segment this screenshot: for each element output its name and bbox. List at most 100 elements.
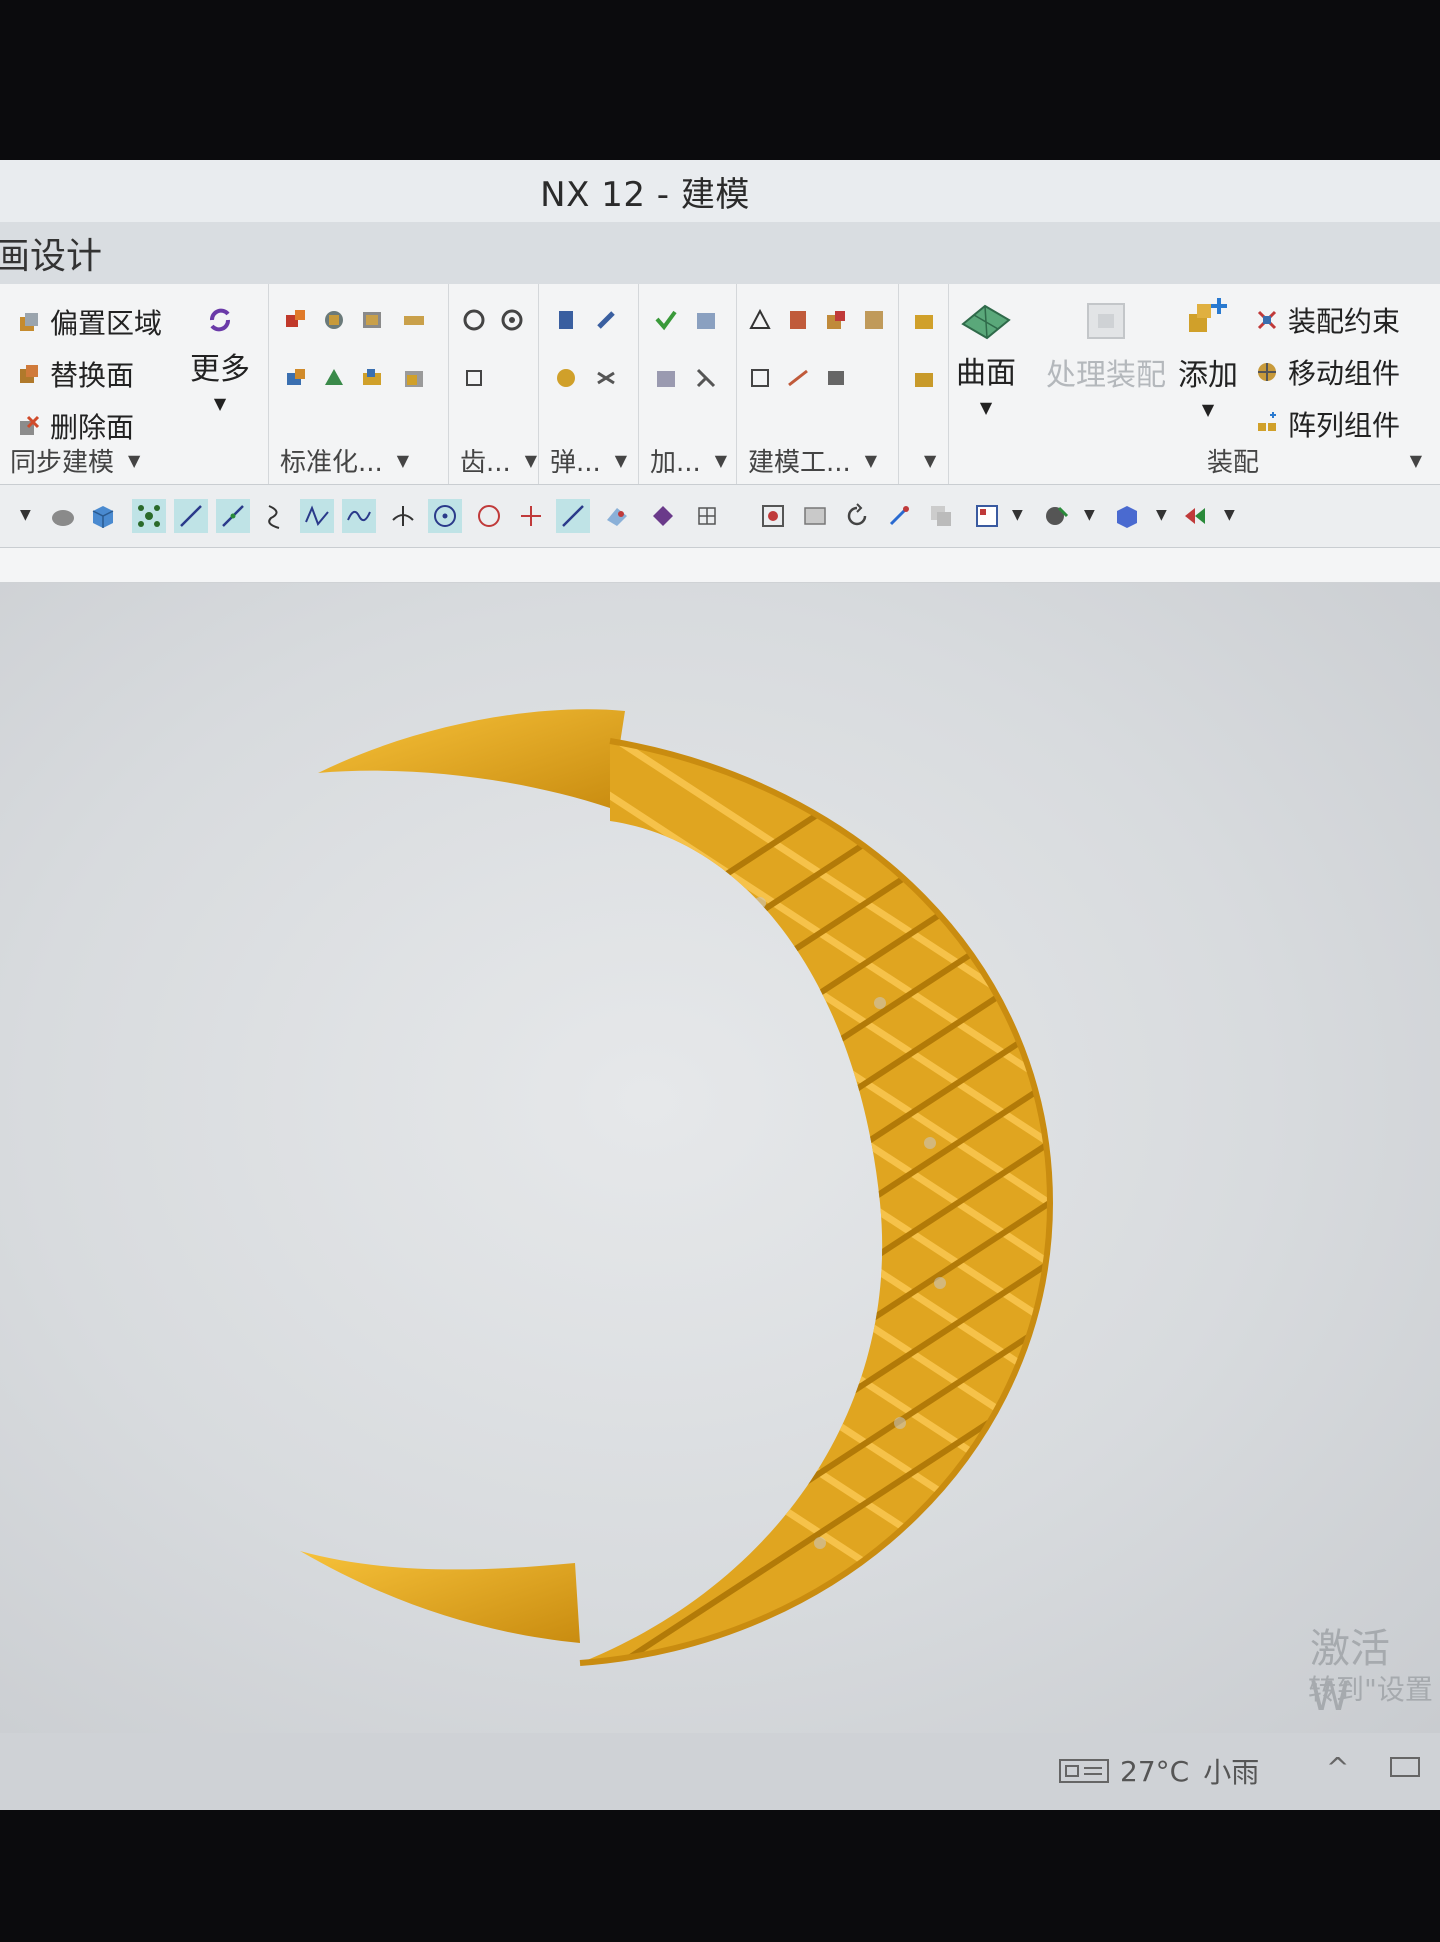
replace-face-button[interactable]: 替换面 — [16, 354, 134, 394]
group-label-feature: ▼ — [900, 436, 948, 484]
weather-widget[interactable]: 27°C 小雨 — [1058, 1751, 1259, 1791]
chevron-down-icon[interactable]: ▼ — [397, 451, 409, 470]
spring-icon[interactable] — [552, 364, 580, 392]
layout-icon[interactable] — [970, 499, 1004, 533]
chevron-down-icon[interactable]: ▼ — [865, 451, 877, 470]
chevron-down-icon[interactable]: ▼ — [214, 394, 226, 413]
chevron-down-icon[interactable]: ▼ — [715, 451, 727, 470]
surface-button[interactable]: 曲面 ▼ — [956, 298, 1016, 417]
feature-icon[interactable] — [910, 306, 938, 334]
snap-icon[interactable] — [132, 499, 166, 533]
chevron-down-icon[interactable]: ▼ — [1224, 507, 1235, 523]
chevron-down-icon[interactable]: ▼ — [615, 451, 627, 470]
tool-icon[interactable] — [746, 364, 774, 392]
gear-icon[interactable] — [460, 306, 488, 334]
group-label-add: 加... ▼ — [650, 447, 728, 478]
battery-icon[interactable] — [1390, 1757, 1420, 1777]
spring-icon[interactable] — [592, 364, 620, 392]
group-feature: ▼ — [900, 284, 949, 484]
pattern-component-icon — [1258, 412, 1276, 431]
frame-icon[interactable] — [798, 499, 832, 533]
tool-icon[interactable] — [282, 364, 310, 392]
tool-icon[interactable] — [652, 364, 680, 392]
chevron-down-icon[interactable]: ▼ — [980, 398, 992, 417]
grid-icon[interactable] — [690, 499, 724, 533]
group-assembly: 处理装配 添加 ▼ 装配约束 移动组件 阵列组件 装配 ▼ — [1026, 284, 1440, 484]
tool-icon[interactable] — [822, 364, 850, 392]
tab-active[interactable]: 画设计 — [0, 227, 102, 279]
gear-icon[interactable] — [460, 364, 488, 392]
polyline-icon[interactable] — [300, 499, 334, 533]
assembly-constraint-button[interactable]: 装配约束 — [1254, 300, 1400, 340]
curve-icon[interactable] — [258, 499, 292, 533]
shaded-cube-icon[interactable] — [1110, 499, 1144, 533]
line-point-icon[interactable] — [556, 499, 590, 533]
tool-icon[interactable] — [400, 364, 428, 392]
bottom-horn — [300, 1551, 580, 1643]
chevron-down-icon[interactable]: ▼ — [1012, 507, 1023, 523]
chevron-down-icon[interactable]: ▼ — [1202, 400, 1214, 419]
graphics-viewport[interactable]: 激活 W 转到"设置 — [0, 583, 1440, 1733]
tool-icon[interactable] — [692, 306, 720, 334]
chevron-down-icon[interactable]: ▼ — [20, 507, 31, 523]
offset-region-button[interactable]: 偏置区域 — [16, 302, 162, 342]
tool-icon[interactable] — [358, 364, 386, 392]
tool-icon[interactable] — [282, 306, 310, 334]
tool-icon[interactable] — [320, 364, 348, 392]
face-icon[interactable] — [646, 499, 680, 533]
chevron-down-icon[interactable]: ▼ — [1410, 451, 1422, 470]
more-button[interactable]: 更多 ▼ — [190, 302, 250, 413]
replace-face-icon — [20, 365, 38, 383]
solid-icon[interactable] — [46, 499, 80, 533]
chevron-down-icon[interactable]: ▼ — [1156, 507, 1167, 523]
render-style-icon[interactable] — [1040, 499, 1074, 533]
chevron-down-icon[interactable]: ▼ — [924, 451, 936, 470]
spring-icon[interactable] — [552, 306, 580, 334]
plus-icon[interactable] — [514, 499, 548, 533]
group-label-spring: 弹... ▼ — [550, 447, 628, 478]
group-sync-modeling: 偏置区域 替换面 删除面 更多 ▼ 同步建模 ▼ — [0, 284, 269, 484]
group-standardization: 标准化... ▼ — [270, 284, 449, 484]
tool-icon[interactable] — [358, 306, 386, 334]
spline-icon[interactable] — [342, 499, 376, 533]
line-mid-icon[interactable] — [216, 499, 250, 533]
copy-icon[interactable] — [924, 499, 958, 533]
check-icon[interactable] — [652, 306, 680, 334]
cube-icon[interactable] — [86, 499, 120, 533]
chevron-down-icon[interactable]: ▼ — [128, 451, 140, 470]
triangle-icon[interactable] — [746, 306, 774, 334]
refresh-icon — [210, 308, 230, 332]
move-component-button[interactable]: 移动组件 — [1254, 352, 1400, 392]
tool-icon[interactable] — [400, 306, 428, 334]
weather-icon — [1059, 1759, 1109, 1783]
intersection-icon[interactable] — [386, 499, 420, 533]
group-gear: 齿... ▼ — [450, 284, 539, 484]
tool-icon[interactable] — [860, 306, 888, 334]
center-icon[interactable] — [428, 499, 462, 533]
tool-icon[interactable] — [822, 306, 850, 334]
surface-point-icon[interactable] — [600, 499, 634, 533]
add-component-button[interactable]: 添加 ▼ — [1178, 294, 1238, 419]
rotate-icon[interactable] — [840, 499, 874, 533]
tool-icon[interactable] — [784, 306, 812, 334]
temperature: 27°C — [1120, 1754, 1190, 1788]
tool-icon[interactable] — [692, 364, 720, 392]
line-end-icon[interactable] — [174, 499, 208, 533]
tool-icon[interactable] — [320, 306, 348, 334]
chevron-down-icon[interactable]: ▼ — [1084, 507, 1095, 523]
feature-icon[interactable] — [910, 364, 938, 392]
orient-icon[interactable] — [1178, 499, 1212, 533]
view-icon[interactable] — [756, 499, 790, 533]
group-label-gear: 齿... ▼ — [460, 447, 538, 478]
chevron-down-icon[interactable]: ▼ — [525, 451, 537, 470]
tool-icon[interactable] — [784, 364, 812, 392]
spring-icon[interactable] — [592, 306, 620, 334]
selection-toolbar: ▼ ▼ ▼ ▼ ▼ — [0, 485, 1440, 548]
chevron-up-icon[interactable]: ^ — [1326, 1751, 1349, 1784]
group-label-standard: 标准化... ▼ — [280, 447, 410, 478]
crescent-model[interactable] — [0, 583, 1440, 1733]
circle-icon[interactable] — [472, 499, 506, 533]
group-label-sync: 同步建模 ▼ — [10, 447, 141, 478]
pan-icon[interactable] — [882, 499, 916, 533]
gear-icon[interactable] — [498, 306, 526, 334]
